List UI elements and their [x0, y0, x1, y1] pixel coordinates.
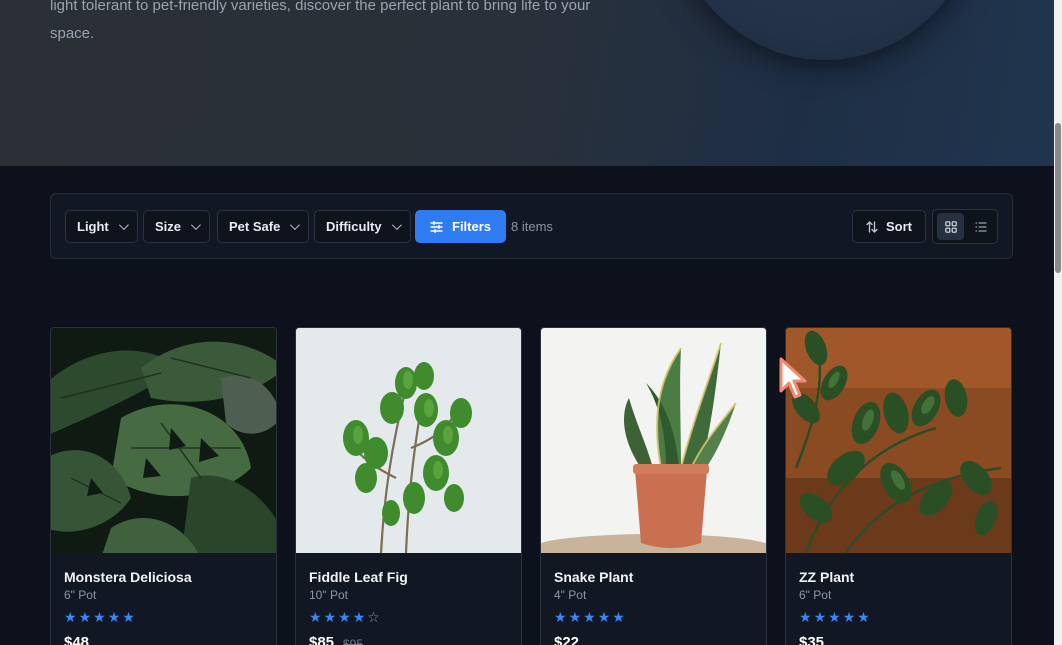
- product-rating: ★ ★ ★ ★ ★: [64, 609, 135, 625]
- product-price: $85: [309, 634, 335, 645]
- difficulty-filter-label: Difficulty: [326, 219, 382, 234]
- star-icon: ★: [338, 609, 351, 625]
- star-icon: ★: [323, 609, 337, 625]
- product-card-snake-plant[interactable]: Snake Plant 4" Pot ★ ★ ★ ★ ★ $22: [540, 327, 767, 645]
- hero-description: light tolerant to pet-friendly varieties…: [50, 0, 591, 42]
- star-icon: ★: [583, 609, 596, 625]
- product-image-monstera[interactable]: [51, 328, 276, 553]
- star-icon: ★: [352, 609, 366, 625]
- chevron-down-icon: [118, 220, 129, 231]
- light-filter-label: Light: [77, 219, 109, 234]
- product-name[interactable]: Snake Plant: [554, 569, 633, 585]
- chevron-down-icon: [391, 220, 402, 231]
- sort-button[interactable]: Sort: [852, 210, 926, 243]
- product-pot-size: 10" Pot: [309, 588, 348, 602]
- mouse-cursor-icon: [779, 357, 807, 399]
- items-count: 8 items: [511, 219, 553, 234]
- hero-image-circle: [665, 0, 985, 60]
- star-icon: ★: [813, 609, 827, 625]
- chevron-down-icon: [290, 220, 301, 231]
- product-name[interactable]: Monstera Deliciosa: [64, 569, 192, 585]
- star-icon: ★: [107, 609, 121, 625]
- product-price: $48: [64, 634, 90, 645]
- scrollbar-thumb[interactable]: [1055, 123, 1061, 273]
- page-scrollbar[interactable]: [1054, 0, 1062, 645]
- difficulty-filter-dropdown[interactable]: Difficulty: [314, 210, 411, 243]
- view-toggle: [932, 209, 998, 244]
- star-icon: ★: [857, 609, 870, 625]
- star-outline-icon: ☆: [367, 609, 380, 625]
- star-icon: ★: [78, 609, 92, 625]
- star-icon: ★: [568, 609, 582, 625]
- star-icon: ★: [597, 609, 611, 625]
- sliders-icon: [430, 220, 443, 233]
- filters-button-label: Filters: [452, 219, 492, 234]
- product-name[interactable]: Fiddle Leaf Fig: [309, 569, 408, 585]
- product-image-fiddle-leaf-fig[interactable]: [296, 328, 521, 553]
- star-icon: ★: [842, 609, 856, 625]
- product-pot-size: 6" Pot: [799, 588, 832, 602]
- product-rating: ★ ★ ★ ★ ☆: [309, 609, 380, 625]
- product-image-snake-plant[interactable]: [541, 328, 766, 553]
- product-card-monstera[interactable]: Monstera Deliciosa 6" Pot ★ ★ ★ ★ ★ $48: [50, 327, 277, 645]
- product-pot-size: 4" Pot: [554, 588, 587, 602]
- hero-banner: light tolerant to pet-friendly varieties…: [0, 0, 1062, 166]
- grid-icon: [944, 220, 957, 233]
- product-rating: ★ ★ ★ ★ ★: [799, 609, 870, 625]
- star-icon: ★: [828, 609, 841, 625]
- product-original-price: $95: [343, 637, 364, 645]
- grid-view-button[interactable]: [937, 213, 964, 240]
- chevron-down-icon: [190, 220, 201, 231]
- product-card-zz-plant[interactable]: ZZ Plant 6" Pot ★ ★ ★ ★ ★ $35: [785, 327, 1012, 645]
- list-view-button[interactable]: [967, 213, 994, 240]
- filters-button[interactable]: Filters: [415, 210, 507, 243]
- product-pot-size: 6" Pot: [64, 588, 97, 602]
- product-card-fiddle-leaf-fig[interactable]: Fiddle Leaf Fig 10" Pot ★ ★ ★ ★ ☆ $85 $9…: [295, 327, 522, 645]
- sort-button-label: Sort: [886, 219, 912, 234]
- product-name[interactable]: ZZ Plant: [799, 569, 854, 585]
- page: light tolerant to pet-friendly varieties…: [0, 0, 1062, 645]
- pet-safe-filter-label: Pet Safe: [229, 219, 281, 234]
- star-icon: ★: [612, 609, 625, 625]
- list-icon: [974, 221, 987, 232]
- filter-bar: Light Size Pet Safe Difficulty Filters 8…: [50, 193, 1013, 259]
- product-price: $22: [554, 634, 580, 645]
- size-filter-label: Size: [155, 219, 182, 234]
- sort-arrows-icon: [866, 220, 878, 233]
- star-icon: ★: [309, 609, 322, 625]
- light-filter-dropdown[interactable]: Light: [65, 210, 138, 243]
- star-icon: ★: [64, 609, 77, 625]
- pet-safe-filter-dropdown[interactable]: Pet Safe: [217, 210, 310, 243]
- product-price: $35: [799, 634, 825, 645]
- star-icon: ★: [122, 609, 135, 625]
- star-icon: ★: [554, 609, 567, 625]
- product-image-zz-plant[interactable]: [786, 328, 1011, 553]
- size-filter-dropdown[interactable]: Size: [143, 210, 211, 243]
- star-icon: ★: [93, 609, 106, 625]
- star-icon: ★: [799, 609, 812, 625]
- product-rating: ★ ★ ★ ★ ★: [554, 609, 625, 625]
